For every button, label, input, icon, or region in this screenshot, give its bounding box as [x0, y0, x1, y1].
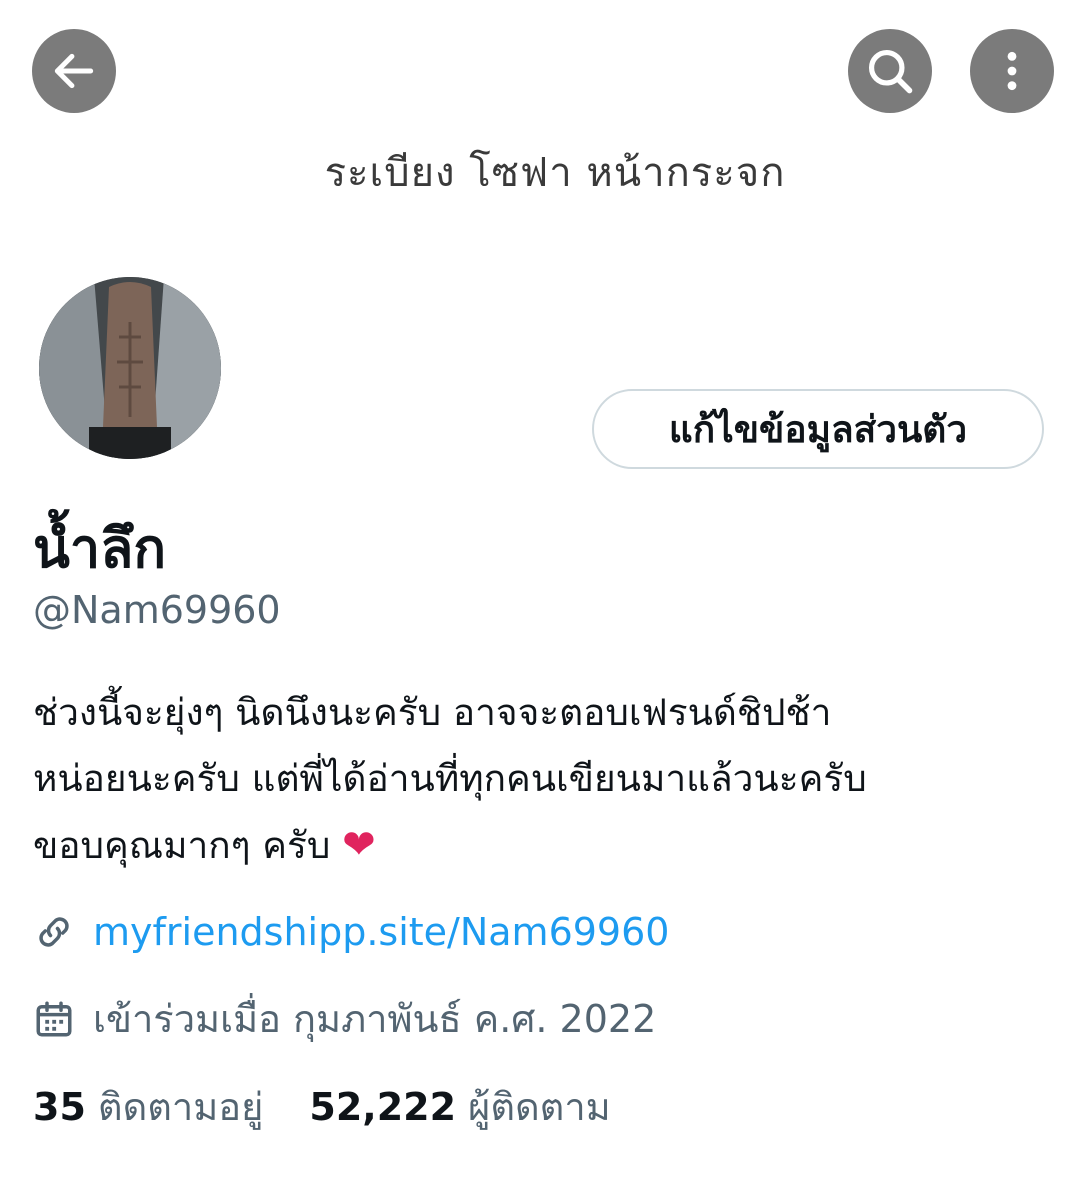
following-link[interactable]: 35 ติดตามอยู่: [33, 1076, 263, 1137]
banner-text: ระเบียง โซฟา หน้ากระจก: [324, 150, 786, 196]
website-link[interactable]: myfriendshipp.site/Nam69960: [93, 910, 669, 954]
avatar-photo: [39, 277, 221, 459]
username-handle: @Nam69960: [33, 588, 281, 632]
followers-link[interactable]: 52,222 ผู้ติดตาม: [309, 1076, 610, 1137]
display-name: น้ำลึก: [33, 517, 167, 580]
bio-line: ช่วงนี้จะยุ่งๆ นิดนึงนะครับ อาจจะตอบเฟรน…: [33, 691, 832, 734]
avatar[interactable]: [39, 277, 221, 459]
more-options-button[interactable]: [970, 29, 1054, 113]
heart-emoji: ❤: [342, 822, 376, 868]
link-icon: [33, 911, 75, 953]
back-button[interactable]: [32, 29, 116, 113]
more-vertical-icon: [1007, 51, 1017, 91]
joined-date-row: เข้าร่วมเมื่อ กุมภาพันธ์ ค.ศ. 2022: [33, 988, 656, 1049]
calendar-icon: [33, 998, 75, 1040]
follow-stats: 35 ติดตามอยู่ 52,222 ผู้ติดตาม: [33, 1076, 611, 1137]
bio-line: หน่อยนะครับ แต่พี่ได้อ่านที่ทุกคนเขียนมา…: [33, 757, 867, 800]
profile-bio: ช่วงนี้จะยุ่งๆ นิดนึงนะครับ อาจจะตอบเฟรน…: [33, 680, 1043, 879]
edit-profile-button[interactable]: แก้ไขข้อมูลส่วนตัว: [592, 389, 1044, 469]
followers-count: 52,222: [309, 1085, 457, 1129]
arrow-left-icon: [54, 53, 94, 89]
bio-line: ขอบคุณมากๆ ครับ ❤: [33, 812, 1043, 879]
following-label: ติดตามอยู่: [97, 1085, 264, 1129]
search-icon: [868, 49, 913, 94]
joined-date: เข้าร่วมเมื่อ กุมภาพันธ์ ค.ศ. 2022: [93, 997, 657, 1041]
following-count: 35: [33, 1085, 86, 1129]
search-button[interactable]: [848, 29, 932, 113]
bio-line-text: ขอบคุณมากๆ ครับ: [33, 824, 331, 867]
website-row: myfriendshipp.site/Nam69960: [33, 910, 669, 954]
followers-label: ผู้ติดตาม: [468, 1085, 611, 1129]
